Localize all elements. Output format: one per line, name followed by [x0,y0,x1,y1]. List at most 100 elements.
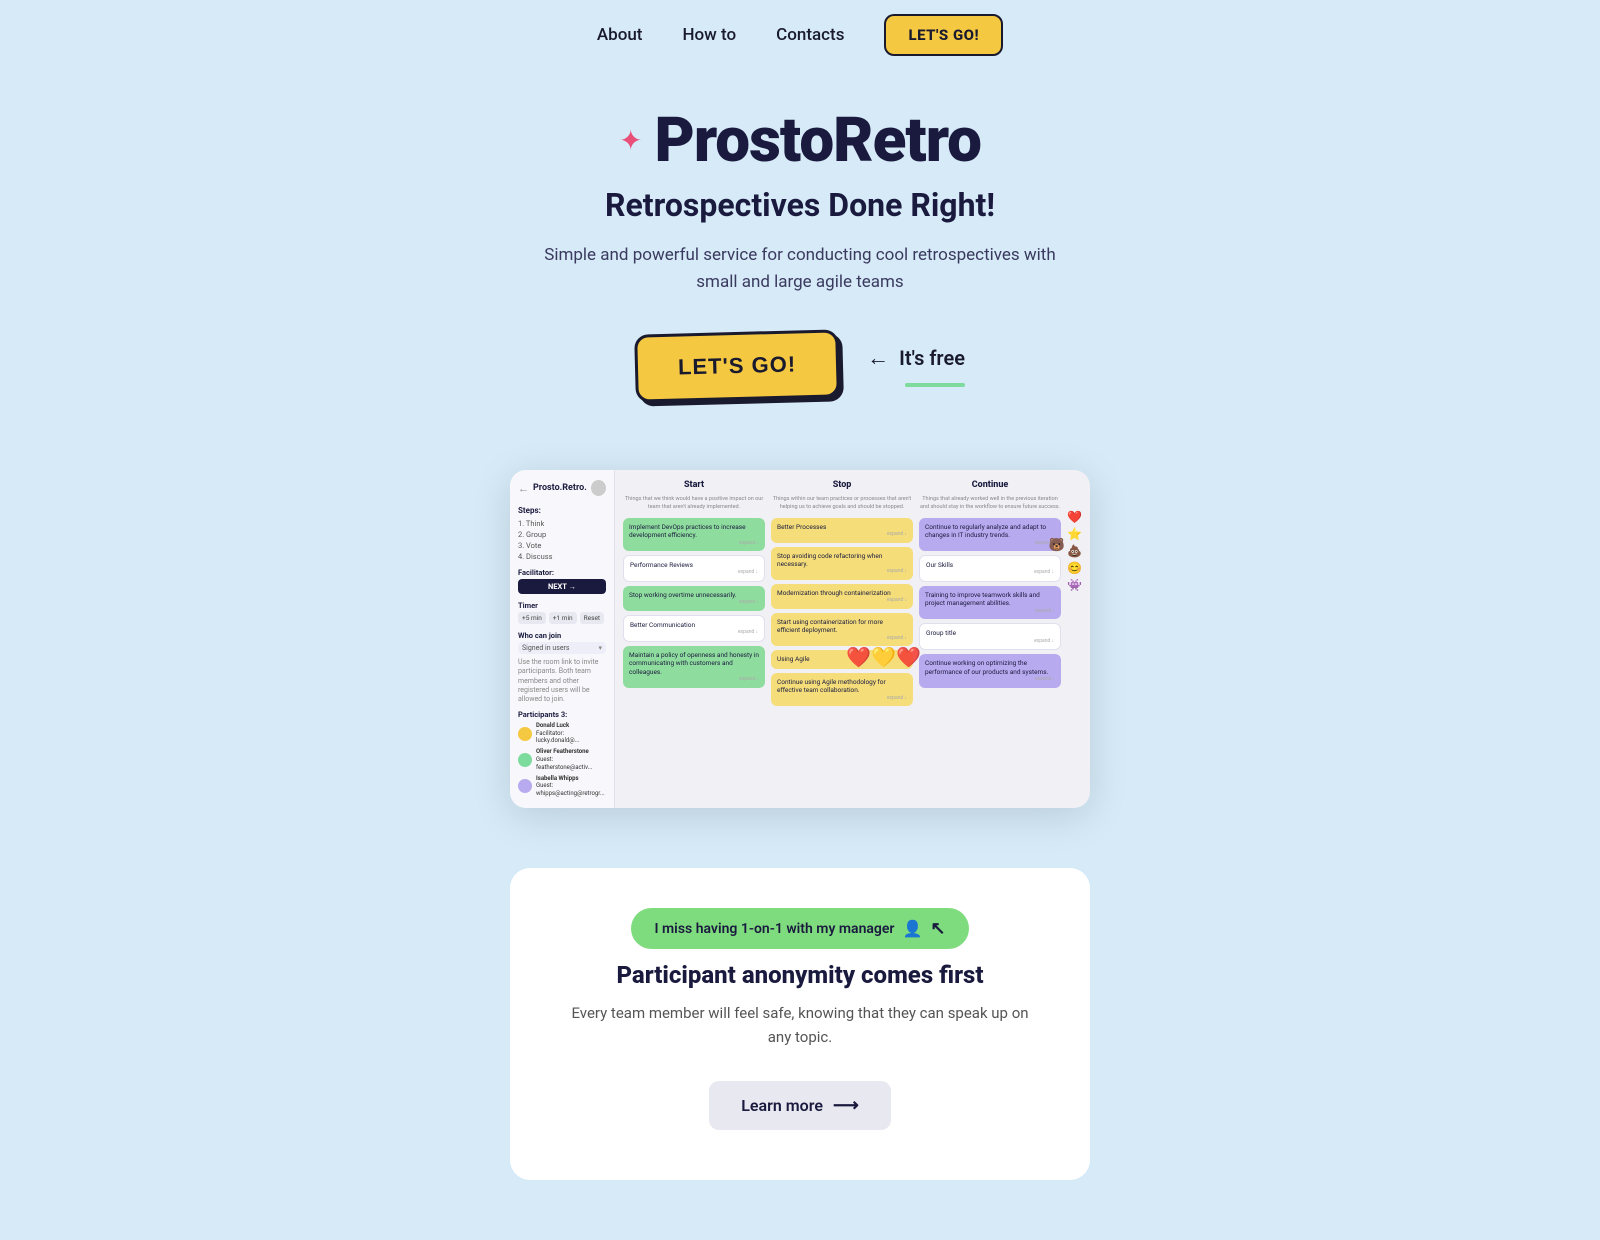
nav-contacts[interactable]: Contacts [776,25,844,45]
stop-card-3: Modernization through containerizationex… [771,584,913,609]
continue-card-3: Training to improve teamwork skills and … [919,586,1061,619]
start-col-subtitle: Things that we think would have a positi… [623,496,765,510]
anonymity-card: I miss having 1-on-1 with my manager 👤 ↖… [510,868,1090,1180]
dashboard-board: Start Things that we think would have a … [615,470,1090,808]
continue-card-5: Continue working on optimizing the perfo… [919,654,1061,687]
nav-about[interactable]: About [597,25,643,45]
expand-icon-5: expand ↓ [629,676,759,683]
expand-icon-3: expand ↓ [629,599,759,606]
participant-3-role: Guest: whipps@acting@retrogr... [536,782,606,798]
timer-label: Timer [518,601,606,610]
step-3: 3. Vote [518,541,606,550]
continue-card-2: Our Skillsexpand ↓ [919,555,1061,582]
timer-chip-5[interactable]: +5 min [518,612,546,624]
participant-2-avatar [518,753,532,767]
signed-chevron: ▾ [598,644,602,652]
step-1: 1. Think [518,519,606,528]
participant-1-role: Facilitator: lucky.donald@... [536,730,606,746]
expand-icon-4: expand ↓ [630,629,758,636]
expand-icon-11: expand ↓ [925,540,1055,547]
participant-2-info: Oliver Featherstone Guest: featherstone@… [536,748,606,771]
hero-free-row: ← It's free [867,345,965,371]
hero-free-underline [905,383,965,387]
who-join-desc: Use the room link to invite participants… [518,658,606,703]
expand-icon-1: expand ↓ [629,540,759,547]
stop-card-6: Continue using Agile methodology for eff… [771,673,913,706]
expand-icon-14: expand ↓ [926,638,1054,645]
who-join-label: Who can join [518,631,606,640]
participant-3-avatar [518,779,532,793]
steps-label: Steps: [518,506,606,515]
signed-in-row: Signed in users ▾ [518,642,606,654]
emoji-reactions-col: ❤️ ⭐ 💩 😊 👾 [1067,480,1082,798]
nav-cta-button[interactable]: LET'S GO! [884,14,1003,56]
cursor-icon: ↖ [930,918,945,939]
participants-label: Participants 3: [518,710,606,719]
dashboard-sidebar: ← Prosto.Retro. Steps: 1. Think 2. Group… [510,470,615,808]
participant-2-role: Guest: featherstone@activ... [536,756,606,772]
expand-icon-8: expand ↓ [777,597,907,604]
continue-column: Continue Things that already worked well… [919,480,1061,798]
hero-logo-area: ✦ ProstoRetro [619,110,981,172]
participant-1: Donald Luck Facilitator: lucky.donald@..… [518,722,606,745]
participant-1-avatar [518,727,532,741]
expand-icon-6: expand ↓ [777,531,907,538]
expand-icon-10: expand ↓ [777,695,907,702]
participant-3-name: Isabella Whipps [536,775,606,783]
continue-card-1: Continue to regularly analyze and adapt … [919,518,1061,551]
anonymity-section: I miss having 1-on-1 with my manager 👤 ↖… [0,868,1600,1240]
navbar: About How to Contacts LET'S GO! [0,0,1600,70]
dashboard-wrapper: ← Prosto.Retro. Steps: 1. Think 2. Group… [0,470,1600,868]
participant-1-info: Donald Luck Facilitator: lucky.donald@..… [536,722,606,745]
anon-description: Every team member will feel safe, knowin… [560,1001,1040,1049]
arrow-right-icon: ⟶ [833,1095,859,1116]
facilitator-label: Facilitator: [518,568,606,577]
timer-chip-1[interactable]: +1 min [549,612,577,624]
stop-card-1: Better Processesexpand ↓ [771,518,913,543]
start-card-4: Better Communicationexpand ↓ [623,615,765,642]
hero-subtitle: Retrospectives Done Right! [605,186,995,224]
expand-icon-13: expand ↓ [925,608,1055,615]
hero-free-area: ← It's free [867,345,965,387]
stop-card-2: Stop avoiding code refactoring when nece… [771,547,913,580]
start-card-5: Maintain a policy of openness and honest… [623,646,765,688]
emoji-alien: 👾 [1067,578,1082,592]
start-card-1: Implement DevOps practices to increase d… [623,518,765,551]
learn-more-button[interactable]: Learn more ⟶ [709,1081,891,1130]
sparkle-icon: ✦ [619,127,642,155]
next-button[interactable]: NEXT → [518,579,606,594]
participant-3-info: Isabella Whipps Guest: whipps@acting@ret… [536,775,606,798]
step-2: 2. Group [518,530,606,539]
emoji-star: ⭐ [1067,527,1082,541]
emoji-heart: ❤️ [1067,510,1082,524]
timer-chips: +5 min +1 min Reset [518,612,606,624]
nav-howto[interactable]: How to [682,25,736,45]
participant-2: Oliver Featherstone Guest: featherstone@… [518,748,606,771]
timer-chip-reset[interactable]: Reset [580,612,604,624]
stop-card-5: Using Agile ❤️💛❤️❤️❤️ [771,650,913,668]
expand-icon-2: expand ↓ [630,569,758,576]
continue-card-4: Group titleexpand ↓ [919,623,1061,650]
emoji-face: 😊 [1067,561,1082,575]
emoji-poop: 💩 [1067,544,1082,558]
hero-section: ✦ ProstoRetro Retrospectives Done Right!… [0,70,1600,470]
start-card-2: Performance Reviewsexpand ↓ [623,555,765,582]
hero-cta-button[interactable]: LET'S GO! [634,330,840,403]
stop-col-title: Stop [771,480,913,490]
stop-card-4: Start using containerization for more ef… [771,613,913,646]
person-icon: 👤 [902,919,922,938]
start-card-3: Stop working overtime unnecessarily.expa… [623,586,765,611]
expand-icon-9: expand ↓ [777,635,907,642]
anon-chip-text: I miss having 1-on-1 with my manager [655,921,895,937]
signed-in-text: Signed in users [522,644,570,652]
participant-1-name: Donald Luck [536,722,606,730]
hero-description: Simple and powerful service for conducti… [540,242,1060,296]
anon-title: Participant anonymity comes first [616,961,983,989]
learn-more-label: Learn more [741,1096,823,1115]
anon-chip: I miss having 1-on-1 with my manager 👤 ↖ [631,908,970,949]
sidebar-header: ← Prosto.Retro. [518,480,606,496]
bear-icon: 🐻 [1049,538,1065,555]
expand-icon-15: expand ↓ [925,676,1055,683]
continue-col-subtitle: Things that already worked well in the p… [919,496,1061,510]
hero-title: ProstoRetro [655,110,981,172]
